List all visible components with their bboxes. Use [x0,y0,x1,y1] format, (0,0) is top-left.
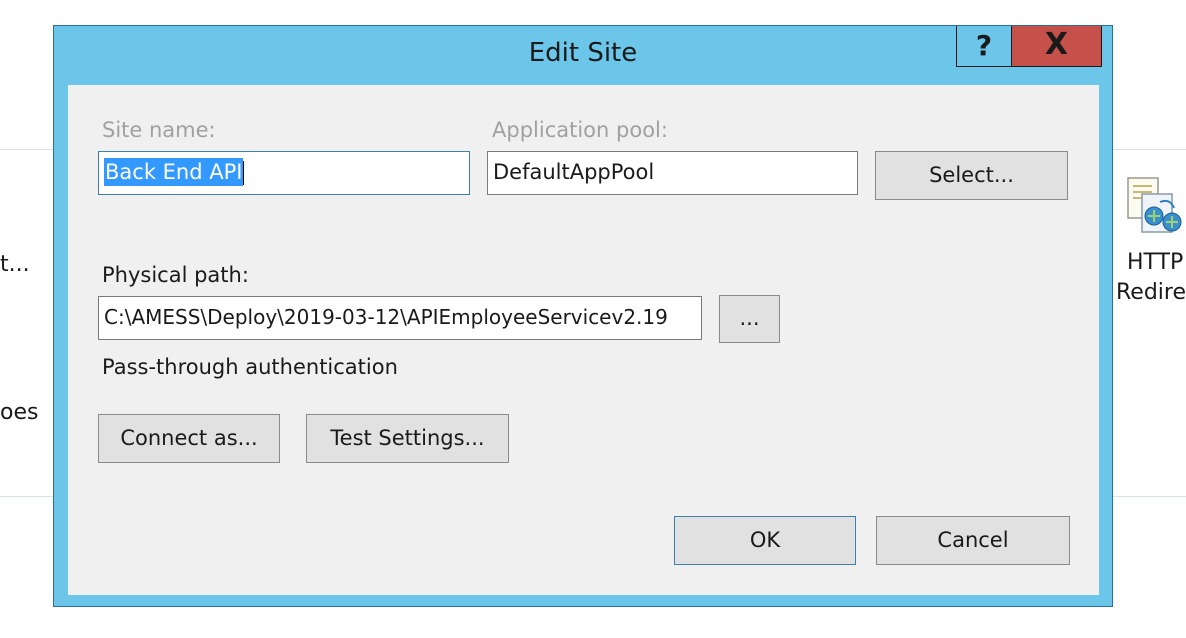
background-truncated-item: t... [0,252,30,277]
help-button[interactable]: ? [956,26,1012,67]
ok-button[interactable]: OK [674,516,856,565]
site-name-label: Site name: [102,118,216,142]
text-caret [243,161,245,185]
app-pool-field: DefaultAppPool [487,151,858,195]
physical-path-input[interactable]: C:\AMESS\Deploy\2019-03-12\APIEmployeeSe… [98,296,702,340]
dialog-title: Edit Site [528,38,638,68]
background-truncated-item: oes [0,400,39,425]
cancel-button[interactable]: Cancel [876,516,1070,565]
app-pool-label: Application pool: [492,118,668,142]
dialog-titlebar[interactable]: Edit Site ? X [54,26,1112,86]
http-redirect-label[interactable]: HTTP [1127,250,1183,275]
edit-site-dialog: Edit Site ? X Site name: Back End API Ap… [53,25,1113,607]
test-settings-button[interactable]: Test Settings... [306,414,509,463]
browse-path-button[interactable]: ... [719,295,780,343]
site-name-value: Back End API [104,158,244,186]
physical-path-label: Physical path: [102,263,249,287]
site-name-input[interactable]: Back End API [98,151,470,195]
http-redirect-icon[interactable] [1124,172,1186,244]
select-app-pool-button[interactable]: Select... [875,151,1068,200]
close-button[interactable]: X [1011,26,1102,67]
http-redirect-label[interactable]: Redirec [1116,280,1186,305]
connect-as-button[interactable]: Connect as... [98,414,280,463]
pass-through-auth-label: Pass-through authentication [102,355,398,379]
dialog-client-area: Site name: Back End API Application pool… [68,85,1099,595]
